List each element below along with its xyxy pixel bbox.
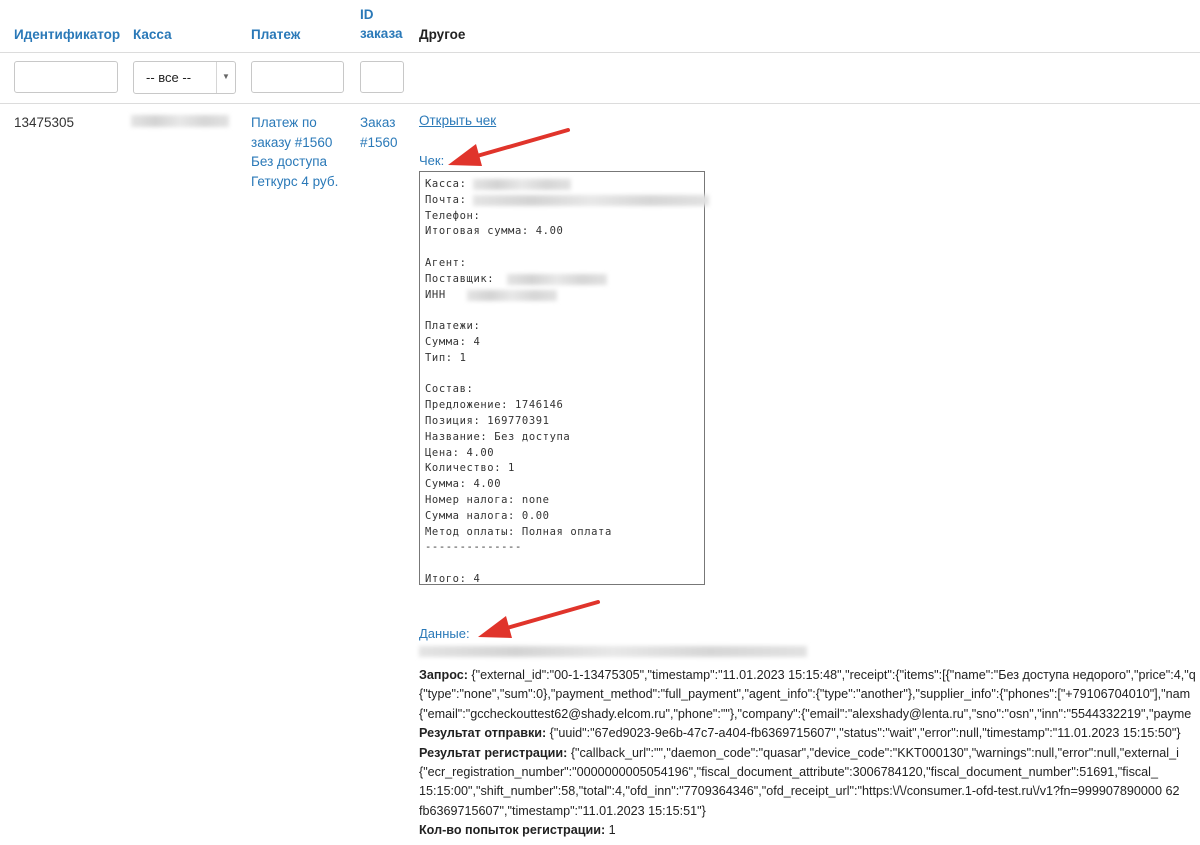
- order-link-line: Заказ: [360, 115, 396, 130]
- receipt-line: [425, 303, 699, 319]
- header-divider: [0, 52, 1200, 53]
- data-label: Данные:: [419, 626, 470, 641]
- receipt-line: Метод оплаты: Полная оплата: [425, 525, 612, 538]
- order-link-line: #1560: [360, 134, 398, 150]
- attempts-label: Кол-во попыток регистрации:: [419, 823, 606, 838]
- request-line: {"type":"none","sum":0},"payment_method"…: [419, 687, 1191, 702]
- attempts-line: Кол-во попыток регистрации: 1: [419, 821, 1200, 840]
- receipt-line: Касса:: [425, 177, 699, 193]
- receipt-line: Поставщик:: [425, 272, 699, 288]
- receipt-line: ИНН: [425, 288, 699, 304]
- id-filter-input[interactable]: [14, 61, 118, 93]
- receipt-line: --------------: [425, 541, 522, 554]
- column-header-order-id-line2: заказа: [360, 26, 403, 41]
- receipt-line: Платежи:: [425, 320, 481, 333]
- registration-line: 15:15:00","shift_number":58,"total":4,"o…: [419, 784, 1180, 799]
- request-value: {"external_id":"00-1-13475305","timestam…: [467, 668, 1196, 682]
- registration-value: {"callback_url":"","daemon_code":"quasar…: [567, 745, 1179, 760]
- payment-link-line: заказу #1560: [251, 134, 333, 150]
- data-block: Запрос: {"external_id":"00-1-13475305","…: [419, 666, 1200, 841]
- receipt-line: Итоговая сумма: 4.00: [425, 225, 564, 238]
- order-id-filter-input[interactable]: [360, 61, 404, 93]
- request-label: Запрос:: [419, 668, 468, 682]
- send-result-line: Результат отправки: {"uuid":"67ed9023-9e…: [419, 724, 1200, 743]
- row-id: 13475305: [14, 115, 75, 130]
- payment-link[interactable]: Платеж по заказу #1560 Без доступа Гетку…: [251, 113, 338, 191]
- receipt-line: Сумма: 4: [425, 335, 481, 348]
- column-header-id[interactable]: Идентификатор: [14, 25, 120, 44]
- email-redacted: [473, 194, 709, 206]
- receipt-line: Позиция: 169770391: [425, 414, 550, 427]
- receipt-line: [425, 556, 699, 572]
- receipt-line: Количество: 1: [425, 462, 515, 475]
- order-link[interactable]: Заказ #1560: [360, 113, 398, 152]
- receipt-line: Агент:: [425, 256, 467, 269]
- registration-line: {"ecr_registration_number":"000000000505…: [419, 765, 1158, 780]
- chevron-down-icon: ▼: [216, 62, 235, 93]
- inn-redacted: [467, 289, 557, 301]
- column-header-other: Другое: [419, 27, 466, 42]
- payment-filter-input[interactable]: [251, 61, 344, 93]
- annotation-arrow-icon: [478, 600, 600, 638]
- column-header-kassa[interactable]: Касса: [133, 25, 172, 44]
- attempts-value: 1: [605, 823, 616, 838]
- payment-link-line: Без доступа: [251, 154, 328, 170]
- registration-line: Результат регистрации: {"callback_url":"…: [419, 744, 1200, 763]
- receipt-line: Состав:: [425, 383, 474, 396]
- receipt-box: Касса: Почта: Телефон: Итоговая сумма: 4…: [419, 171, 709, 585]
- kassa-redacted: [131, 115, 229, 127]
- receipt-line: Предложение: 1746146: [425, 399, 564, 412]
- filter-divider: [0, 103, 1200, 104]
- payment-link-line: Геткурс 4 руб.: [251, 173, 339, 189]
- receipt-line: Телефон:: [425, 209, 481, 222]
- receipt-line: Сумма налога: 0.00: [425, 509, 550, 522]
- data-redacted: [419, 646, 807, 657]
- column-header-payment[interactable]: Платеж: [251, 25, 300, 44]
- kassa-filter-value: -- все --: [146, 70, 192, 85]
- receipt-line: Номер налога: none: [425, 493, 550, 506]
- request-line: Запрос: {"external_id":"00-1-13475305","…: [419, 666, 1200, 685]
- receipt-label: Чек:: [419, 153, 445, 168]
- supplier-redacted: [507, 273, 607, 285]
- open-receipt-link[interactable]: Открыть чек: [419, 113, 496, 128]
- send-result-label: Результат отправки:: [419, 726, 547, 741]
- receipt-line: Почта:: [425, 193, 709, 209]
- send-result-value: {"uuid":"67ed9023-9e6b-47c7-a404-fb63697…: [546, 726, 1181, 741]
- annotation-arrow-icon: [448, 128, 570, 166]
- receipt-line: [425, 240, 699, 256]
- request-line: {"email":"gccheckouttest62@shady.elcom.r…: [419, 706, 1192, 721]
- column-header-order-id[interactable]: ID заказа: [360, 5, 403, 43]
- payment-link-line: Платеж по: [251, 115, 317, 130]
- receipt-line: Сумма: 4.00: [425, 478, 502, 491]
- receipt-line: Цена: 4.00: [425, 446, 495, 459]
- receipt-line: [425, 367, 699, 383]
- registration-label: Результат регистрации:: [419, 745, 568, 760]
- receipt-line: Название: Без доступа: [425, 430, 571, 443]
- kassa-redacted: [473, 179, 571, 190]
- receipt-line: Тип: 1: [425, 351, 467, 364]
- kassa-filter-select[interactable]: -- все -- ▼: [133, 61, 236, 94]
- registration-line: fb6369715607","timestamp":"11.01.2023 15…: [419, 803, 706, 818]
- receipt-line: Итого: 4: [425, 572, 481, 585]
- column-header-order-id-line1: ID: [360, 7, 374, 22]
